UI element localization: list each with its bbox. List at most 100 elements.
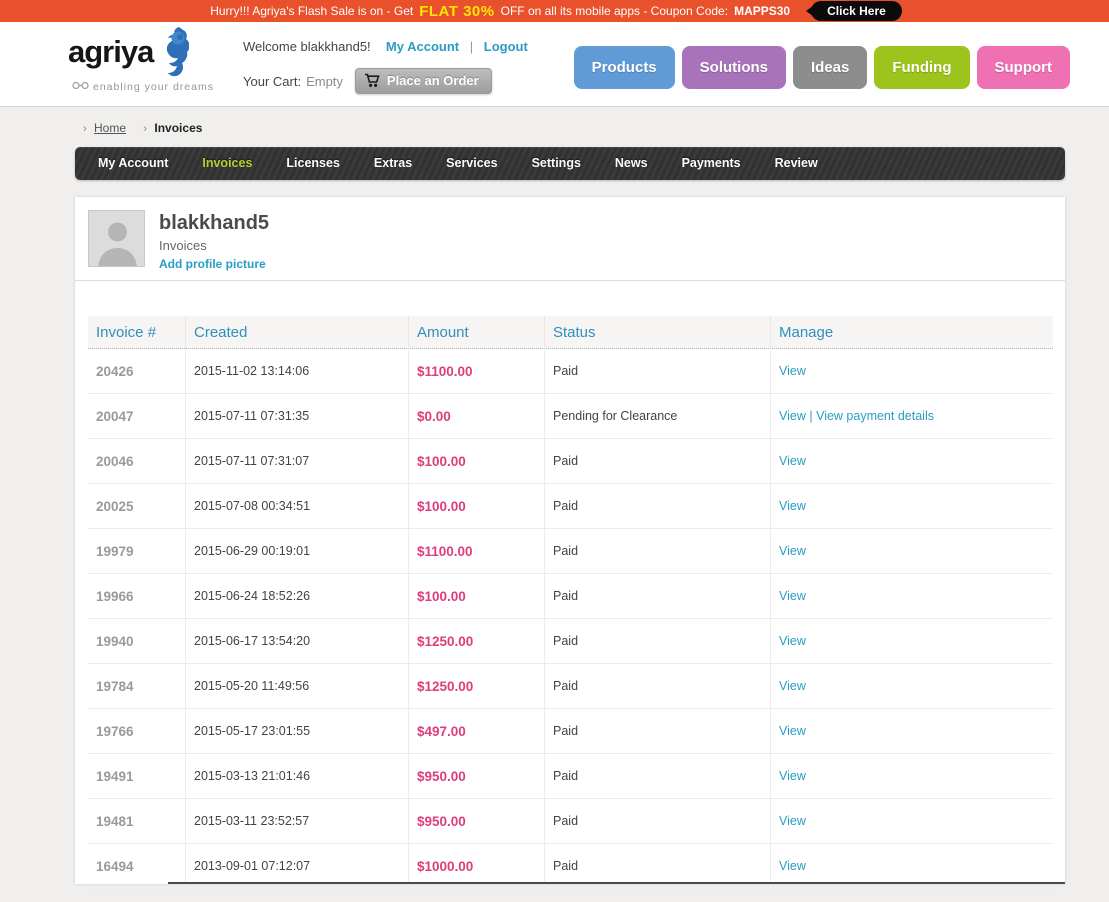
table-row: 197662015-05-17 23:01:55$497.00PaidView <box>88 709 1053 754</box>
table-row: 194912015-03-13 21:01:46$950.00Paid View <box>88 754 1053 799</box>
tab-licenses[interactable]: Licenses <box>269 147 357 180</box>
manage-cell: View <box>771 677 1053 695</box>
glasses-icon <box>72 81 89 93</box>
view-link[interactable]: View <box>779 634 806 648</box>
tab-news[interactable]: News <box>598 147 665 180</box>
cart-label: Your Cart: <box>243 74 301 89</box>
profile-section: blakkhand5 Invoices Add profile picture <box>75 197 1065 281</box>
manage-cell: View <box>771 362 1053 380</box>
view-link[interactable]: View <box>779 724 806 738</box>
breadcrumb-home-link[interactable]: Home <box>94 121 126 135</box>
status: Paid <box>545 439 771 484</box>
link-separator: | <box>470 39 473 54</box>
table-row: 194812015-03-11 23:52:57$950.00PaidView <box>88 799 1053 844</box>
view-payment-details-link[interactable]: View payment details <box>816 409 934 423</box>
status: Paid <box>545 709 771 754</box>
add-profile-picture-link[interactable]: Add profile picture <box>159 257 269 271</box>
place-order-label: Place an Order <box>387 73 479 88</box>
nav-button-support[interactable]: Support <box>977 46 1071 89</box>
header-nav-buttons: ProductsSolutionsIdeasFundingSupport <box>574 46 1070 89</box>
tab-invoices[interactable]: Invoices <box>185 147 269 180</box>
created-date: 2015-07-11 07:31:35 <box>186 394 409 439</box>
invoice-number: 19491 <box>88 754 186 799</box>
nav-button-solutions[interactable]: Solutions <box>682 46 786 89</box>
amount: $0.00 <box>409 394 545 439</box>
account-tab-bar: My AccountInvoicesLicensesExtrasServices… <box>75 147 1065 180</box>
invoice-number: 20025 <box>88 484 186 529</box>
manage-cell: View | View payment details <box>771 407 1053 425</box>
tab-review[interactable]: Review <box>758 147 835 180</box>
chevron-icon: › <box>83 123 87 135</box>
manage-cell: View <box>771 632 1053 650</box>
agriya-logo[interactable]: agriya enabling your dreams <box>68 30 214 93</box>
tab-extras[interactable]: Extras <box>357 147 429 180</box>
view-link[interactable]: View <box>779 814 806 828</box>
breadcrumb-current: Invoices <box>154 121 202 135</box>
status: Paid <box>545 619 771 664</box>
manage-cell: View <box>771 767 1053 785</box>
view-link[interactable]: View <box>779 859 806 873</box>
created-date: 2015-06-24 18:52:26 <box>186 574 409 619</box>
column-header-created: Created <box>186 316 409 349</box>
view-link[interactable]: View <box>779 364 806 378</box>
table-row: 199402015-06-17 13:54:20$1250.00PaidView <box>88 619 1053 664</box>
tab-settings[interactable]: Settings <box>515 147 598 180</box>
column-header-status: Status <box>545 316 771 349</box>
tab-payments[interactable]: Payments <box>665 147 758 180</box>
view-link[interactable]: View <box>779 589 806 603</box>
invoice-number: 20426 <box>88 349 186 394</box>
nav-button-products[interactable]: Products <box>574 46 675 89</box>
place-order-button[interactable]: Place an Order <box>355 68 492 94</box>
manage-cell: View <box>771 857 1053 875</box>
table-row: 200472015-07-11 07:31:35$0.00Pending for… <box>88 394 1053 439</box>
nav-button-ideas[interactable]: Ideas <box>793 46 867 89</box>
amount: $497.00 <box>409 709 545 754</box>
banner-text-middle: OFF on all its mobile apps - Coupon Code… <box>501 4 728 18</box>
view-link[interactable]: View <box>779 454 806 468</box>
status: Pending for Clearance <box>545 394 771 439</box>
status: Paid <box>545 574 771 619</box>
view-link[interactable]: View <box>779 409 806 423</box>
profile-username: blakkhand5 <box>159 211 269 235</box>
avatar <box>88 210 145 267</box>
status: Paid <box>545 754 771 799</box>
click-here-button[interactable]: Click Here <box>811 1 902 21</box>
status: Paid <box>545 484 771 529</box>
invoice-number: 19766 <box>88 709 186 754</box>
view-link[interactable]: View <box>779 544 806 558</box>
banner-coupon-code: MAPPS30 <box>734 4 790 18</box>
invoices-table: Invoice #CreatedAmountStatusManage 20426… <box>88 316 1053 889</box>
status: Paid <box>545 349 771 394</box>
view-link[interactable]: View <box>779 679 806 693</box>
nav-button-funding[interactable]: Funding <box>874 46 969 89</box>
invoice-number: 20047 <box>88 394 186 439</box>
created-date: 2015-07-08 00:34:51 <box>186 484 409 529</box>
logo-tagline: enabling your dreams <box>93 81 214 93</box>
view-link[interactable]: View <box>779 769 806 783</box>
invoice-number: 19979 <box>88 529 186 574</box>
amount: $100.00 <box>409 484 545 529</box>
amount: $100.00 <box>409 439 545 484</box>
amount: $100.00 <box>409 574 545 619</box>
tab-my-account[interactable]: My Account <box>75 147 185 180</box>
amount: $950.00 <box>409 799 545 844</box>
link-separator: | <box>806 409 816 423</box>
created-date: 2015-03-13 21:01:46 <box>186 754 409 799</box>
amount: $950.00 <box>409 754 545 799</box>
genie-icon <box>155 26 189 83</box>
logout-link[interactable]: Logout <box>484 39 528 54</box>
invoice-number: 20046 <box>88 439 186 484</box>
profile-section-label: Invoices <box>159 238 269 253</box>
status: Paid <box>545 529 771 574</box>
view-link[interactable]: View <box>779 499 806 513</box>
manage-cell: View <box>771 497 1053 515</box>
created-date: 2015-03-11 23:52:57 <box>186 799 409 844</box>
my-account-link[interactable]: My Account <box>386 39 459 54</box>
manage-cell: View <box>771 587 1053 605</box>
promo-banner: Hurry!!! Agriya's Flash Sale is on - Get… <box>0 0 1109 22</box>
banner-text-prefix: Hurry!!! Agriya's Flash Sale is on - Get <box>210 4 413 18</box>
invoice-number: 19966 <box>88 574 186 619</box>
tab-services[interactable]: Services <box>429 147 514 180</box>
created-date: 2015-06-29 00:19:01 <box>186 529 409 574</box>
table-row: 199662015-06-24 18:52:26$100.00Paid View <box>88 574 1053 619</box>
